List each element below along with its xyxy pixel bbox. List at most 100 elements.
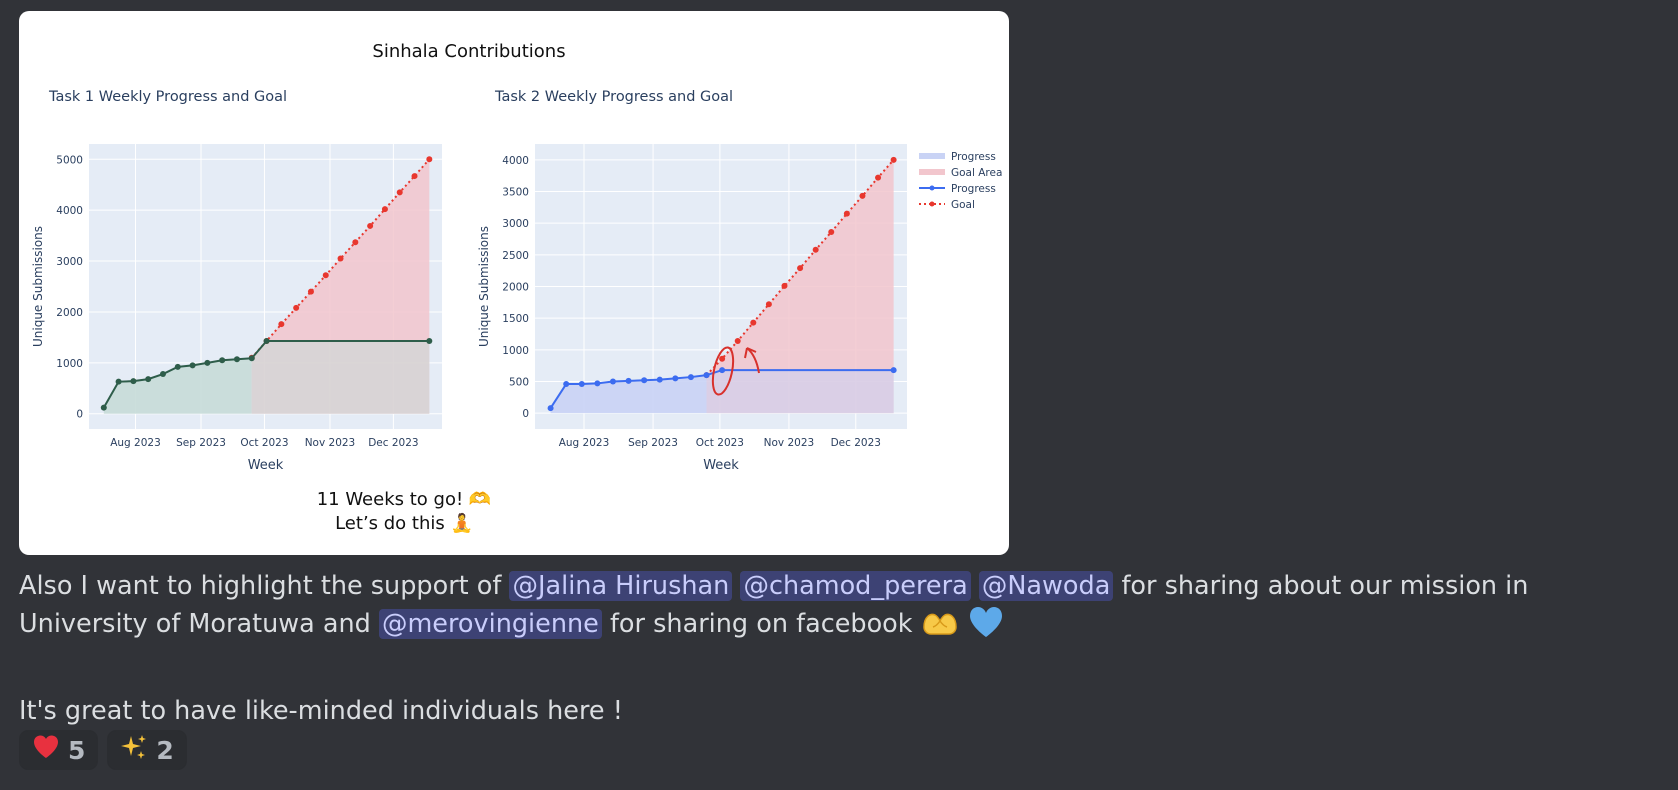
progress-point [563, 381, 570, 388]
reaction-heart[interactable]: 5 [19, 730, 99, 770]
legend-label: Goal Area [951, 167, 1002, 179]
chart-title: Task 2 Weekly Progress and Goal [494, 89, 733, 105]
blue-heart-icon [967, 605, 1005, 650]
y-tick-label: 500 [509, 377, 529, 389]
legend-label: Progress [951, 151, 996, 163]
legend-marker [929, 185, 935, 191]
progress-point [248, 355, 255, 362]
progress-point [100, 404, 107, 411]
y-tick-label: 2500 [502, 250, 529, 262]
y-tick-label: 3000 [502, 218, 529, 230]
y-tick-label: 0 [76, 409, 83, 421]
progress-point [703, 372, 710, 379]
progress-point [189, 362, 196, 369]
sparkles-icon [120, 733, 148, 767]
image-attachment[interactable]: Sinhala Contributions 11 Weeks to go! 🫶 … [19, 11, 1009, 555]
charts-layer: Task 1 Weekly Progress and Goal 0 1000 2000… [31, 89, 1002, 473]
progress-point [625, 377, 632, 384]
goal-point [381, 206, 388, 213]
goal-point [781, 282, 788, 289]
main-title: Sinhala Contributions [372, 41, 565, 62]
legend-label: Goal [951, 199, 975, 211]
y-axis-label: Unique Submissions [477, 226, 491, 347]
progress-point [426, 337, 433, 344]
progress-point [578, 381, 585, 388]
mention-merovingienne[interactable]: @merovingienne [378, 609, 602, 639]
goal-point [367, 222, 374, 229]
message-text-3: for sharing on facebook [609, 609, 913, 639]
x-tick-label: Oct 2023 [240, 437, 288, 449]
goal-point [750, 319, 757, 326]
y-tick-label: 4000 [502, 155, 529, 167]
y-tick-label: 1000 [502, 345, 529, 357]
chart-image: Sinhala Contributions 11 Weeks to go! 🫶 … [31, 41, 1002, 534]
progress-area-extension [706, 370, 894, 414]
progress-point [219, 357, 226, 364]
goal-point [797, 265, 804, 272]
y-tick-label: 5000 [56, 154, 83, 166]
goal-point [765, 301, 772, 308]
y-axis-label: Unique Submissions [31, 226, 45, 347]
message-content: Also I want to highlight the support of … [19, 567, 1659, 730]
goal-point [352, 239, 359, 246]
mention-jalina[interactable]: @Jalina Hirushan [509, 571, 733, 601]
y-tick-label: 1000 [56, 358, 83, 370]
progress-point [594, 380, 601, 387]
chart-2: Task 2 Weekly Progress and Goal 0 500 1000 1… [477, 89, 1002, 473]
x-tick-label: Sep 2023 [176, 437, 226, 449]
progress-point [159, 371, 166, 378]
y-tick-label: 2000 [502, 282, 529, 294]
y-tick-label: 3500 [502, 187, 529, 199]
goal-point [859, 192, 866, 199]
legend-label: Progress [951, 183, 996, 195]
mention-nawoda[interactable]: @Nawoda [978, 571, 1114, 601]
progress-point [672, 375, 679, 382]
goal-point [812, 246, 819, 253]
legend-swatch [919, 153, 945, 159]
x-tick-label: Nov 2023 [305, 437, 356, 449]
legend-marker [929, 201, 935, 207]
goal-point [890, 156, 897, 163]
message-text-1: Also I want to highlight the support of [19, 571, 502, 601]
reaction-sparkles[interactable]: 2 [107, 730, 187, 770]
goal-point [875, 174, 882, 181]
y-tick-label: 1500 [502, 313, 529, 325]
x-tick-label: Nov 2023 [764, 437, 815, 449]
progress-point [609, 378, 616, 385]
progress-point [115, 378, 122, 385]
footer-line-2: Let’s do this 🧘 [335, 512, 473, 534]
y-tick-label: 0 [522, 408, 529, 420]
progress-point [656, 376, 663, 383]
progress-area-extension [251, 340, 430, 414]
progress-point [130, 378, 137, 385]
x-tick-label: Aug 2023 [559, 437, 610, 449]
goal-point [396, 189, 403, 196]
progress-point [687, 374, 694, 381]
goal-point [278, 321, 285, 328]
x-tick-label: Sep 2023 [628, 437, 678, 449]
progress-point [204, 359, 211, 366]
goal-point [411, 173, 418, 180]
goal-point [426, 156, 433, 163]
footer-line-1: 11 Weeks to go! 🫶 [317, 489, 492, 510]
message-line-2: It's great to have like-minded individua… [19, 696, 623, 726]
progress-point [174, 363, 181, 370]
x-tick-label: Dec 2023 [368, 437, 418, 449]
goal-point [719, 355, 726, 362]
heart-hands-icon [921, 607, 959, 650]
y-tick-label: 4000 [56, 205, 83, 217]
x-axis-label: Week [703, 458, 739, 473]
goal-point [734, 337, 741, 344]
reaction-heart-count: 5 [68, 735, 86, 765]
progress-point [641, 377, 648, 384]
reaction-sparkles-count: 2 [156, 735, 174, 765]
x-tick-label: Oct 2023 [696, 437, 744, 449]
goal-point [843, 210, 850, 217]
progress-point [233, 356, 240, 363]
progress-point [145, 376, 152, 383]
x-axis-label: Week [248, 458, 284, 473]
x-tick-label: Aug 2023 [110, 437, 161, 449]
mention-chamod[interactable]: @chamod_perera [740, 571, 971, 601]
goal-point [828, 229, 835, 236]
x-tick-label: Dec 2023 [831, 437, 881, 449]
